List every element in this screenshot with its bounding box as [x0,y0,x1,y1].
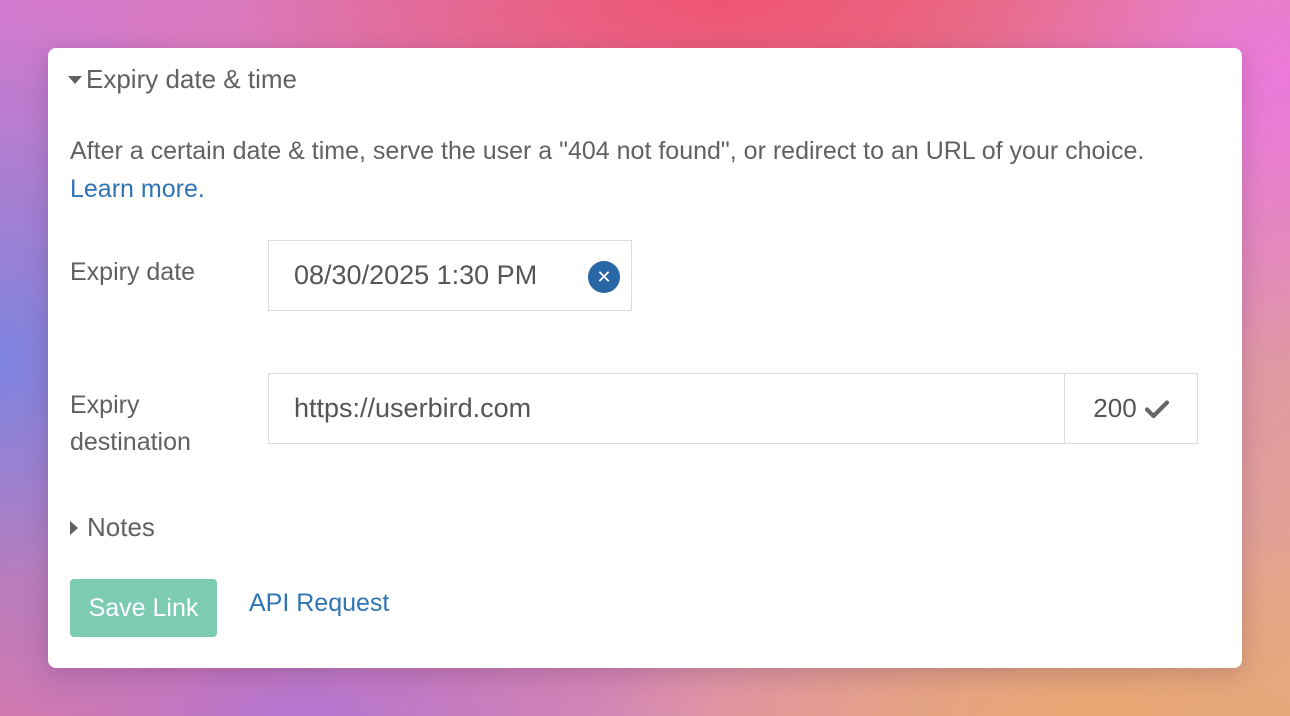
check-icon [1144,399,1169,419]
clear-date-icon[interactable]: ✕ [588,261,620,293]
notes-title: Notes [87,512,155,542]
expiry-date-input[interactable]: 08/30/2025 1:30 PM ✕ [268,240,632,311]
expiry-settings-card: Expiry date & time After a certain date … [48,48,1242,668]
destination-status-badge: 200 [1065,374,1197,443]
learn-more-link[interactable]: Learn more. [70,175,205,203]
notes-section-toggle[interactable]: Notes [70,512,155,543]
expiry-description-text: After a certain date & time, serve the u… [70,137,1145,165]
caret-right-icon [70,520,78,535]
expiry-destination-label: Expiry destination [70,391,191,456]
expiry-section-toggle[interactable]: Expiry date & time [68,64,297,95]
expiry-destination-group: https://userbird.com 200 [268,373,1198,444]
expiry-date-label: Expiry date [70,258,196,286]
expiry-description: After a certain date & time, serve the u… [70,132,1190,208]
expiry-destination-value: https://userbird.com [294,393,532,423]
expiry-date-value: 08/30/2025 1:30 PM [294,260,538,290]
expiry-section-title: Expiry date & time [86,64,297,94]
save-link-button[interactable]: Save Link [70,579,217,637]
expiry-destination-input[interactable]: https://userbird.com [269,374,1065,443]
caret-down-icon [68,75,82,84]
status-code: 200 [1093,393,1137,423]
api-request-link[interactable]: API Request [249,589,389,618]
